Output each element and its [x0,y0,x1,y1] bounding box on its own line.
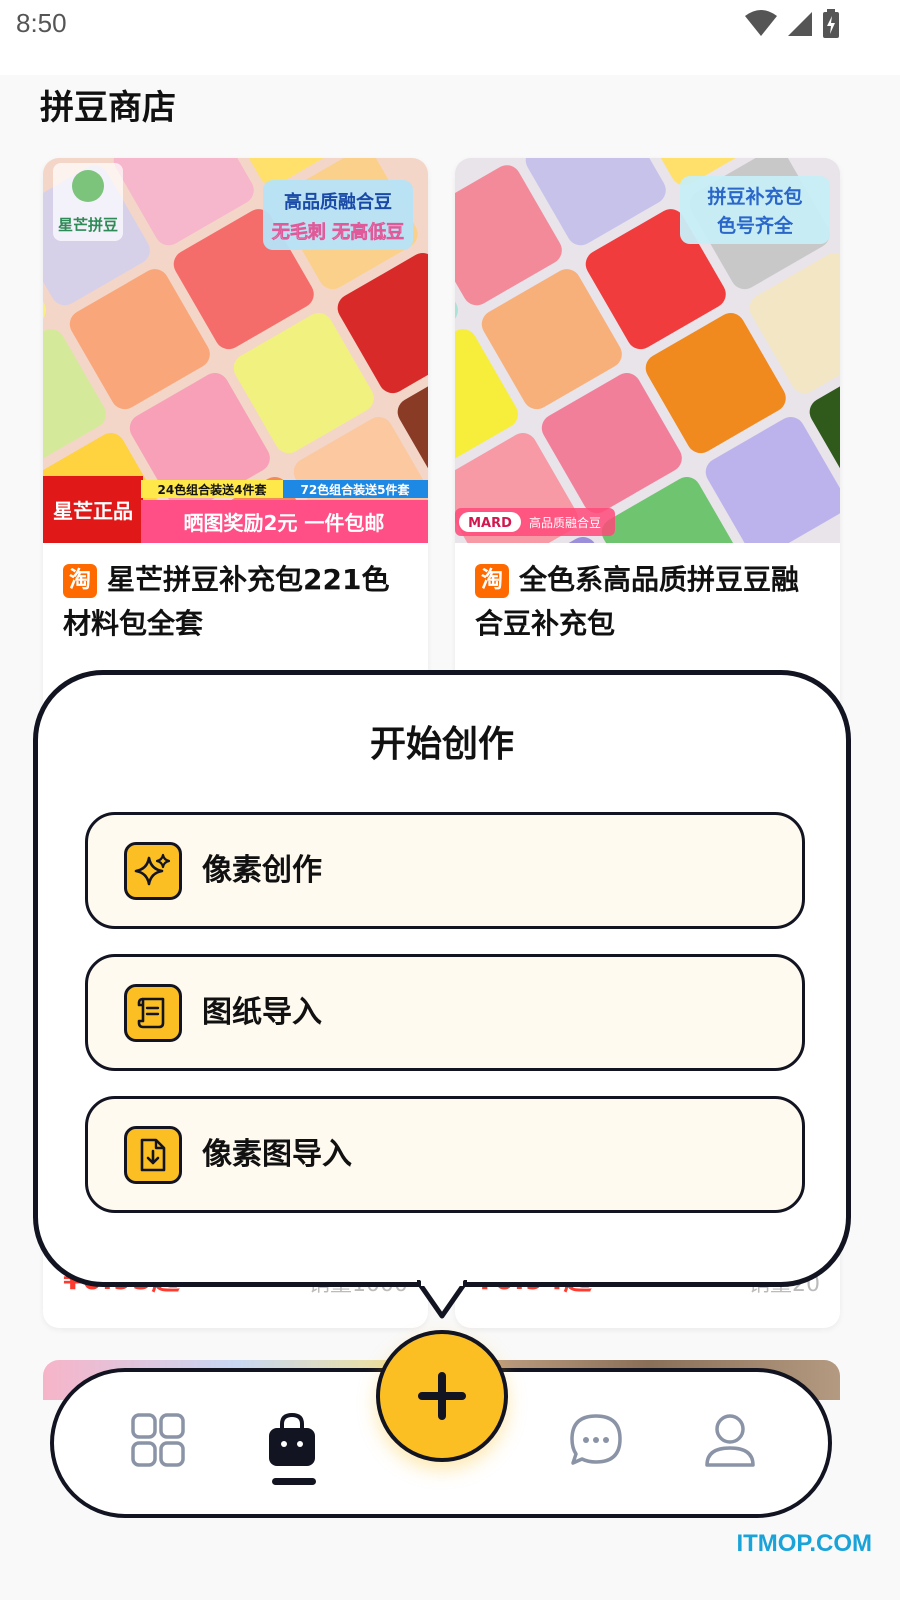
create-popover: 开始创作 像素创作 图纸导入 像素图导入 [33,670,851,1287]
scroll-icon [124,984,182,1042]
image-promo3: 晒图奖励2元 一件包邮 [184,511,385,535]
sparkle-icon [124,842,182,900]
chat-icon [570,1414,622,1465]
user-icon [705,1414,755,1467]
image-brand: MARD [468,516,512,531]
image-promo2: 72色组合装送5件套 [300,482,410,497]
product-title: 淘星芒拼豆补充包221色材料包全套 [63,558,408,646]
image-promo1: 24色组合装送4件套 [157,482,267,497]
image-tag2: 色号齐全 [717,214,794,237]
popover-tail [417,1280,467,1319]
status-time: 8:50 [16,8,67,38]
nav-shop-tab[interactable] [260,1408,324,1472]
status-bar: 8:50 [0,0,900,75]
watermark: ITMOP.COM [736,1530,872,1557]
nav-profile-tab[interactable] [698,1408,762,1472]
image-brand-sub: 高品质融合豆 [529,515,601,530]
page-title: 拼豆商店 [40,88,176,128]
active-tab-indicator [272,1478,316,1485]
status-icons [744,8,840,40]
pattern-import-button[interactable]: 图纸导入 [85,954,805,1071]
option-label: 像素图导入 [202,1137,352,1172]
taobao-icon: 淘 [63,564,97,598]
product-title-text: 星芒拼豆补充包221色材料包全套 [63,563,390,640]
wifi-icon [745,10,777,36]
battery-icon [823,9,839,38]
nav-messages-tab[interactable] [564,1408,628,1472]
popover-title: 开始创作 [369,724,514,765]
nav-home-tab[interactable] [126,1408,190,1472]
grid-icon [131,1413,185,1467]
image-brand: 星芒拼豆 [58,216,118,234]
pixel-create-button[interactable]: 像素创作 [85,812,805,929]
plus-icon [418,1372,466,1420]
file-import-icon [124,1126,182,1184]
option-label: 图纸导入 [202,995,322,1030]
product-title-text: 全色系高品质拼豆豆融合豆补充包 [475,563,800,640]
pixel-image-import-button[interactable]: 像素图导入 [85,1096,805,1213]
product-title: 淘全色系高品质拼豆豆融合豆补充包 [475,558,820,646]
taobao-icon: 淘 [475,564,509,598]
image-tag1: 拼豆补充包 [707,185,802,208]
option-label: 像素创作 [202,853,322,888]
image-tag2: 无毛刺 无高低豆 [272,221,404,243]
product-image: 拼豆补充包 色号齐全 MARD 高品质融合豆 [455,158,840,543]
shopping-bag-icon [269,1412,315,1466]
image-corner: 星芒正品 [53,499,133,523]
product-image: 高品质融合豆 无毛刺 无高低豆 星芒拼豆 星芒正品 24色组合装送4件套 72色… [43,158,428,543]
signal-icon [788,12,812,36]
create-fab-button[interactable] [376,1330,508,1462]
image-tag1: 高品质融合豆 [284,191,392,213]
